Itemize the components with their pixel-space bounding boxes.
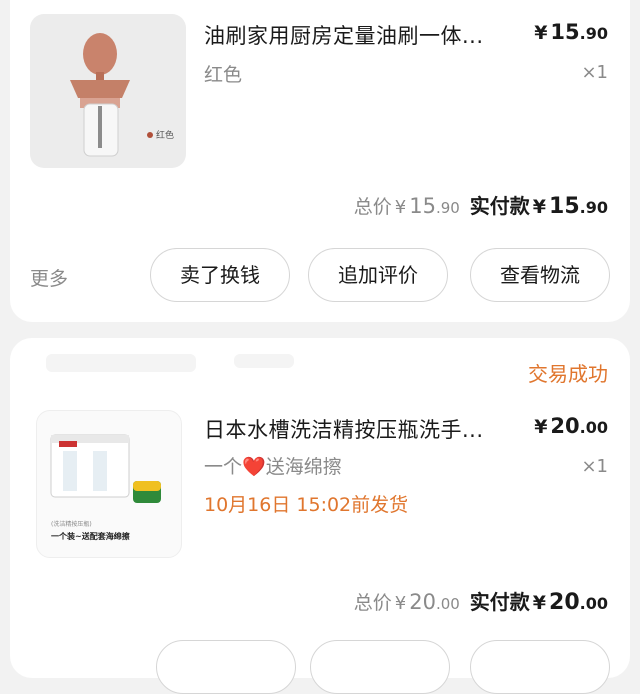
- order-card[interactable]: 交易成功 (洗洁精按压瓶) 一个装~送配套海绵擦 日本水槽洗洁精按压瓶洗手...…: [10, 338, 630, 694]
- action-button[interactable]: [470, 640, 610, 694]
- paid-amount-label: 实付款: [469, 194, 530, 218]
- unit-price: ¥20.00: [534, 414, 608, 438]
- more-link[interactable]: 更多: [30, 264, 68, 291]
- blurred-shop-name: [46, 354, 196, 372]
- oil-brush-bottle-image: [70, 33, 153, 157]
- view-logistics-button[interactable]: 查看物流: [470, 248, 610, 302]
- product-title[interactable]: 日本水槽洗洁精按压瓶洗手...: [204, 414, 484, 444]
- paid-amount-value: ¥15.90: [532, 194, 608, 219]
- order-totals: 总价 ¥15.90 实付款 ¥15.90: [354, 190, 608, 219]
- total-price-label: 总价: [353, 592, 392, 614]
- product-spec: 红色: [204, 64, 243, 86]
- action-button[interactable]: [156, 640, 296, 694]
- order-card[interactable]: 红色 油刷家用厨房定量油刷一体... ¥15.90 红色 ×1 总价 ¥15.90…: [10, 0, 630, 322]
- add-review-button[interactable]: 追加评价: [308, 248, 448, 302]
- paid-amount-value: ¥20.00: [532, 590, 608, 615]
- total-price-label: 总价: [353, 196, 392, 218]
- total-price-value: ¥20.00: [394, 590, 460, 614]
- blurred-shop-name-extra: [234, 354, 294, 368]
- product-thumbnail[interactable]: 红色: [30, 14, 186, 168]
- order-totals: 总价 ¥20.00 实付款 ¥20.00: [354, 586, 608, 615]
- product-title[interactable]: 油刷家用厨房定量油刷一体...: [204, 20, 484, 50]
- unit-price: ¥15.90: [534, 20, 608, 44]
- product-spec: 一个❤️送海绵擦: [204, 456, 342, 478]
- sell-button[interactable]: 卖了换钱: [150, 248, 290, 302]
- thumbnail-caption-small: (洗洁精按压瓶): [51, 521, 92, 528]
- action-button[interactable]: [310, 640, 450, 694]
- order-status: 交易成功: [528, 362, 608, 386]
- shipping-deadline: 10月16日 15:02前发货: [204, 494, 409, 516]
- product-thumbnail[interactable]: (洗洁精按压瓶) 一个装~送配套海绵擦: [36, 410, 182, 558]
- total-price-value: ¥15.90: [394, 194, 460, 218]
- product-quantity: ×1: [581, 62, 608, 83]
- product-quantity: ×1: [581, 456, 608, 477]
- heart-icon: ❤️: [242, 456, 266, 478]
- paid-amount-label: 实付款: [469, 590, 530, 614]
- thumbnail-color-tag: 红色: [156, 131, 175, 141]
- thumbnail-caption: 一个装~送配套海绵擦: [51, 532, 130, 541]
